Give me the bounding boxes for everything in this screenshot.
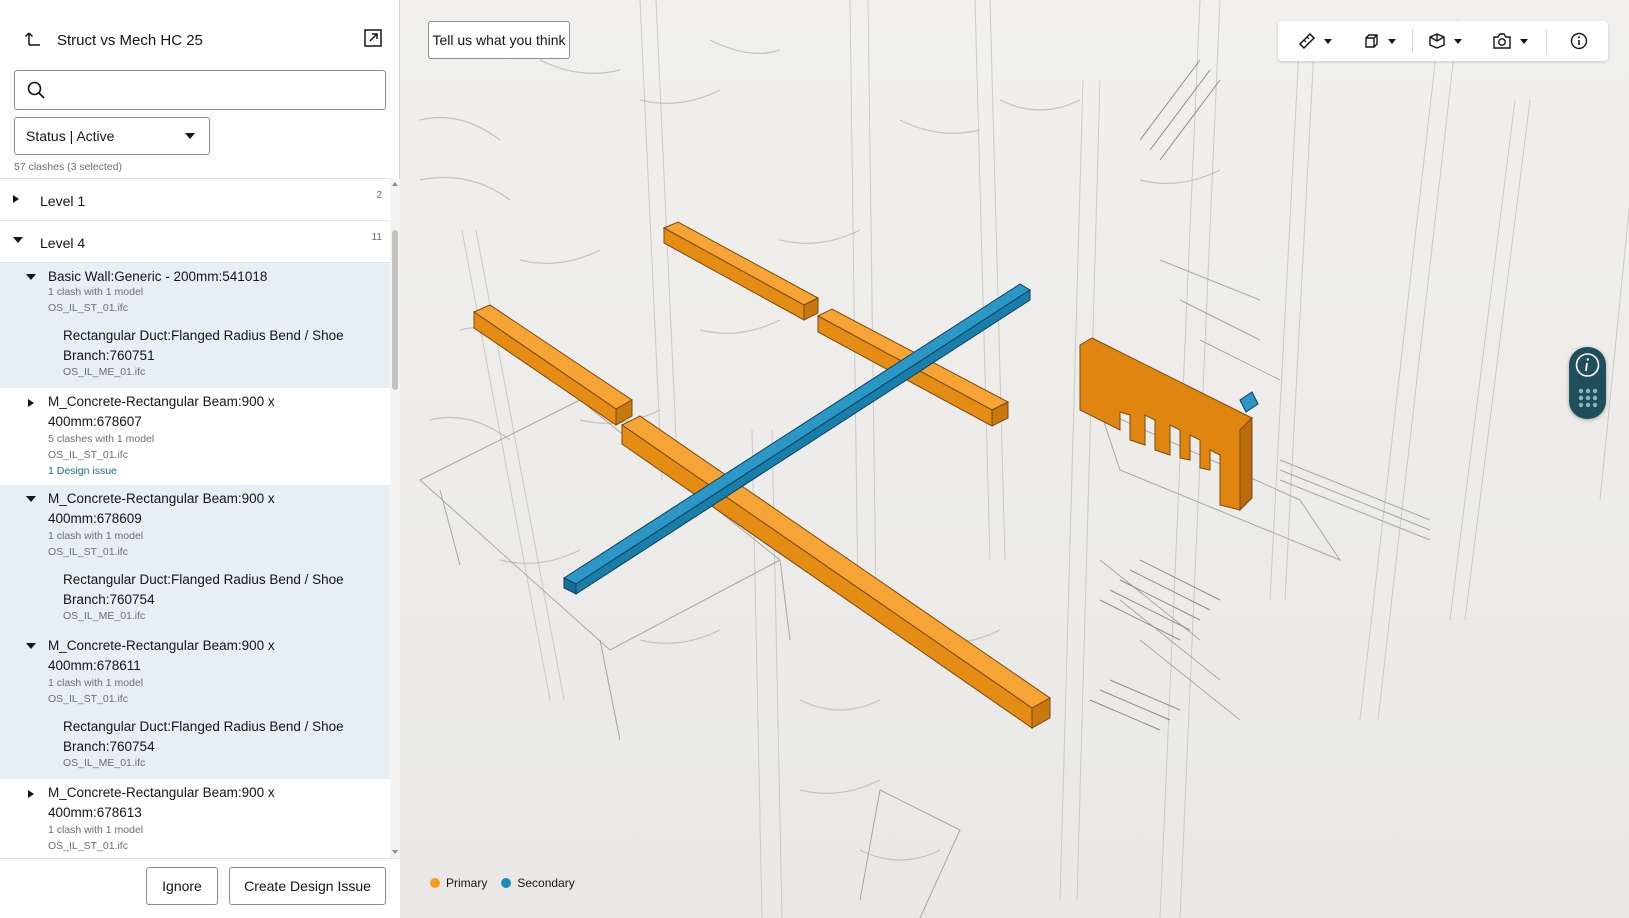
- clash-count: 57 clashes (3 selected): [14, 161, 122, 173]
- list-scrollbar[interactable]: [390, 178, 400, 858]
- toolbar-divider: [1546, 29, 1547, 53]
- level-group-1[interactable]: Level 1 2: [0, 179, 390, 221]
- chevron-down-icon: [1324, 38, 1332, 44]
- model-file: OS_IL_ST_01.ifc: [48, 693, 128, 705]
- sidebar-header: Struct vs Mech HC 25 Status | Active 57 …: [0, 0, 400, 178]
- wireframe-columns: [461, 0, 1629, 918]
- collapse-down-icon[interactable]: [26, 274, 36, 280]
- level-label: Level 4: [40, 235, 86, 251]
- scrollbar-thumb[interactable]: [392, 230, 398, 390]
- clash-item[interactable]: M_Concrete-Rectangular Beam:900 x 400mm:…: [0, 485, 390, 632]
- view-mode-button[interactable]: [1420, 21, 1470, 61]
- legend-secondary-swatch: [501, 878, 512, 888]
- viewer-toolbar: [1278, 21, 1608, 61]
- sidebar-footer: Ignore Create Design Issue: [0, 858, 400, 918]
- clash-child-name: Rectangular Duct:Flanged Radius Bend / S…: [63, 719, 344, 754]
- scroll-down-icon[interactable]: [392, 850, 398, 854]
- model-file: OS_IL_ST_01.ifc: [48, 449, 128, 461]
- camera-icon: [1493, 33, 1511, 49]
- collapse-down-icon[interactable]: [26, 643, 36, 649]
- clash-summary: 1 clash with 1 model: [48, 824, 144, 836]
- create-design-issue-button[interactable]: Create Design Issue: [229, 867, 386, 905]
- legend-secondary-label: Secondary: [517, 876, 575, 890]
- collapse-down-icon[interactable]: [26, 496, 36, 502]
- clash-item[interactable]: M_Concrete-Rectangular Beam:900 x 400mm:…: [0, 632, 390, 779]
- design-issue-link[interactable]: 1 Design issue: [48, 463, 117, 479]
- back-arrow-icon: [24, 32, 40, 46]
- search-input[interactable]: [53, 72, 385, 108]
- clash-sidebar: Struct vs Mech HC 25 Status | Active 57 …: [0, 0, 400, 918]
- clash-child-name: Rectangular Duct:Flanged Radius Bend / S…: [63, 572, 344, 607]
- clash-summary: 1 clash with 1 model: [48, 530, 144, 542]
- chevron-down-icon: [1388, 38, 1396, 44]
- level-label: Level 1: [40, 193, 86, 209]
- clash-element-name: M_Concrete-Rectangular Beam:900 x 400mm:…: [48, 491, 275, 526]
- model-file: OS_IL_ME_01.ifc: [63, 610, 146, 622]
- clash-item[interactable]: M_Concrete-Rectangular Beam:900 x 400mm:…: [0, 779, 390, 858]
- feedback-button[interactable]: Tell us what you think: [428, 21, 570, 59]
- clash-element-name: M_Concrete-Rectangular Beam:900 x 400mm:…: [48, 638, 275, 673]
- legend-primary-swatch: [430, 878, 440, 888]
- ruler-icon: [1298, 32, 1316, 50]
- measure-tool-button[interactable]: [1290, 21, 1340, 61]
- chevron-down-icon: [1454, 38, 1462, 44]
- color-legend: Primary Secondary: [430, 876, 575, 890]
- viewer-side-widget[interactable]: [1569, 347, 1606, 419]
- model-viewport[interactable]: Tell us what you think Primary Secondary: [400, 0, 1629, 918]
- legend-primary-label: Primary: [446, 876, 488, 890]
- clash-summary: 5 clashes with 1 model: [48, 433, 155, 445]
- model-file: OS_IL_ME_01.ifc: [63, 366, 146, 378]
- expand-right-icon[interactable]: [28, 399, 34, 407]
- clash-child-name: Rectangular Duct:Flanged Radius Bend / S…: [63, 328, 344, 363]
- clash-item[interactable]: Basic Wall:Generic - 200mm:541018 1 clas…: [0, 263, 390, 388]
- popout-icon: [364, 29, 382, 47]
- cube-icon: [1365, 34, 1378, 48]
- ignore-button[interactable]: Ignore: [146, 867, 218, 905]
- clash-summary: 1 clash with 1 model: [48, 677, 144, 689]
- model-file: OS_IL_ST_01.ifc: [48, 546, 128, 558]
- grid-dots-icon[interactable]: [1569, 383, 1606, 417]
- model-scene[interactable]: [400, 0, 1629, 918]
- clash-item[interactable]: M_Concrete-Rectangular Beam:900 x 400mm:…: [0, 388, 390, 485]
- expand-right-icon[interactable]: [28, 790, 34, 798]
- wireframe-ducts: [419, 39, 1221, 861]
- status-filter-select[interactable]: Status | Active: [14, 117, 210, 155]
- level-count: 11: [371, 232, 382, 243]
- search-field[interactable]: [14, 70, 386, 110]
- search-icon: [27, 81, 45, 99]
- page-title: Struct vs Mech HC 25: [57, 32, 203, 49]
- primary-elements[interactable]: [472, 221, 1253, 729]
- clash-list: Level 1 2 Level 4 11 Basic Wall:Generic …: [0, 178, 390, 858]
- view-cube-icon: [1429, 33, 1445, 49]
- model-file: OS_IL_ME_01.ifc: [63, 757, 146, 769]
- chevron-down-icon: [185, 133, 195, 139]
- collapse-down-icon: [13, 237, 23, 243]
- back-button[interactable]: [20, 26, 46, 52]
- clash-element-name: M_Concrete-Rectangular Beam:900 x 400mm:…: [48, 785, 275, 820]
- popout-button[interactable]: [363, 28, 385, 50]
- level-count: 2: [376, 190, 382, 201]
- clash-element-name: M_Concrete-Rectangular Beam:900 x 400mm:…: [48, 394, 275, 429]
- expand-right-icon: [13, 195, 19, 203]
- toolbar-divider: [1412, 29, 1413, 53]
- status-filter-value: Status | Active: [26, 128, 115, 144]
- model-file: OS_IL_ST_01.ifc: [48, 840, 128, 852]
- clash-summary: 1 clash with 1 model: [48, 286, 144, 298]
- scroll-up-icon[interactable]: [392, 182, 398, 186]
- info-button[interactable]: [1556, 21, 1602, 61]
- info-icon: [1570, 32, 1588, 50]
- model-file: OS_IL_ST_01.ifc: [48, 302, 128, 314]
- snapshot-button[interactable]: [1484, 21, 1536, 61]
- info-circle-icon[interactable]: [1569, 347, 1606, 383]
- section-box-button[interactable]: [1354, 21, 1404, 61]
- chevron-down-icon: [1520, 38, 1528, 44]
- level-group-4[interactable]: Level 4 11: [0, 221, 390, 263]
